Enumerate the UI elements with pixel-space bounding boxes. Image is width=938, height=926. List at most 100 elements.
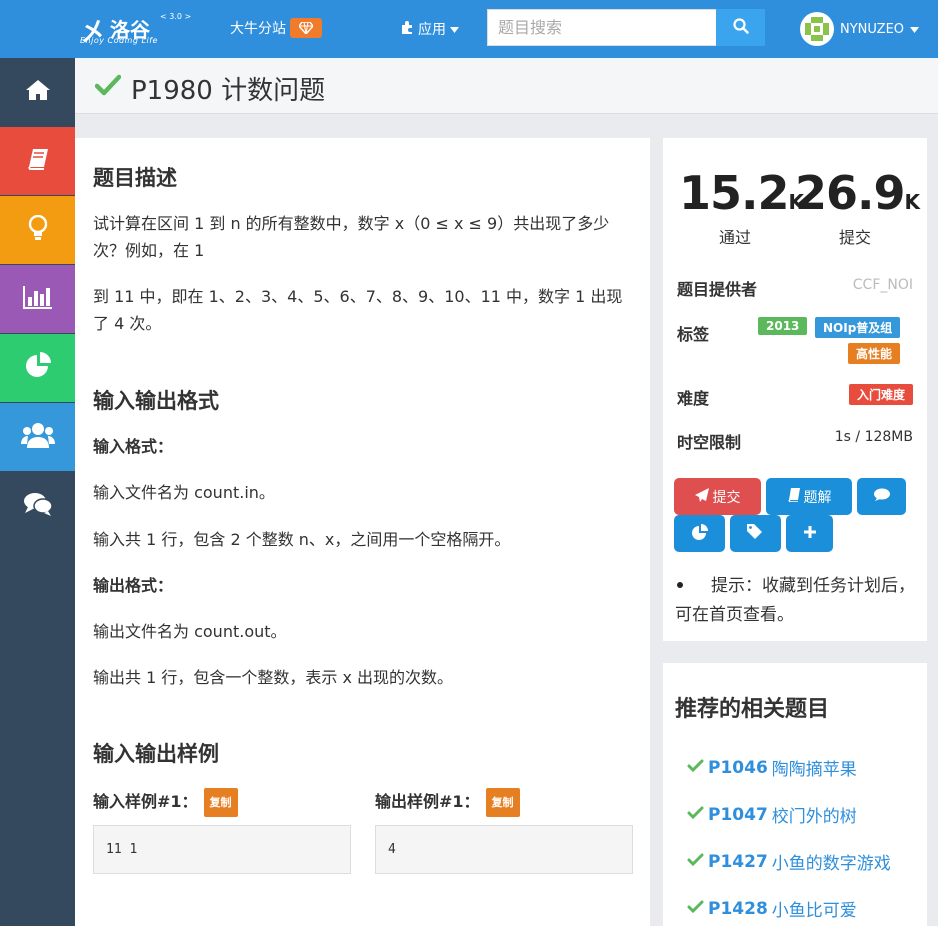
check-icon	[687, 758, 704, 778]
sidebar	[0, 58, 75, 926]
submit-button[interactable]: 提交	[674, 478, 761, 515]
recommended-item[interactable]: P1046 陶陶摘苹果	[687, 755, 857, 780]
plus-icon	[803, 525, 817, 543]
sidebar-item-home[interactable]	[0, 58, 75, 126]
title-bar: P1980 计数问题	[75, 58, 938, 114]
passed-stat: 15.2K 通过	[679, 166, 804, 248]
difficulty-badge: 入门难度	[848, 384, 913, 405]
submitted-label: 提交	[838, 228, 871, 247]
book-icon	[787, 487, 800, 506]
recommended-name: 小鱼比可爱	[771, 901, 857, 921]
passed-label: 通过	[718, 228, 751, 247]
tag-noip[interactable]: NOIp普及组	[815, 317, 901, 338]
limit-value: 1s / 128MB	[834, 429, 913, 445]
paper-plane-icon	[694, 487, 709, 506]
limit-label: 时空限制	[677, 433, 742, 452]
page-title: P1980 计数问题	[131, 76, 326, 106]
sample-output-box[interactable]: 4	[375, 825, 633, 874]
bar-chart-icon	[22, 285, 53, 313]
favorite-tip: 提示：收藏到任务计划后，可在首页查看。	[675, 572, 915, 630]
username: NYNUZEO	[840, 21, 905, 37]
pie-chart-icon	[24, 352, 52, 384]
recommended-id: P1427	[708, 851, 768, 872]
difficulty-label: 难度	[677, 389, 710, 408]
check-icon	[687, 899, 704, 919]
recommended-card: 推荐的相关题目 P1046 陶陶摘苹果 P1047 校门外的树 P1427 小鱼…	[663, 663, 927, 926]
diamond-icon[interactable]	[290, 18, 322, 38]
output-line-2: 输出共 1 行，包含一个整数，表示 x 出现的次数。	[93, 668, 453, 687]
passed-count: 15.2	[679, 166, 789, 220]
description-text-1: 试计算在区间 1 到 n 的所有整数中，数字 x（0 ≤ x ≤ 9）共出现了多…	[93, 214, 610, 260]
comment-icon	[873, 488, 890, 505]
input-line-1: 输入文件名为 count.in。	[93, 483, 275, 502]
search-button[interactable]	[716, 9, 765, 46]
submit-label: 提交	[712, 489, 741, 506]
lightbulb-icon	[28, 214, 48, 245]
sidebar-item-teams[interactable]	[0, 403, 75, 471]
problem-card: 题目描述 试计算在区间 1 到 n 的所有整数中，数字 x（0 ≤ x ≤ 9）…	[75, 138, 650, 926]
sample-input-box[interactable]: 11 1	[93, 825, 351, 874]
search-icon	[732, 17, 749, 38]
recommended-item[interactable]: P1047 校门外的树	[687, 802, 857, 827]
samples-heading: 输入输出样例	[93, 742, 219, 766]
sidebar-item-ranking[interactable]	[0, 334, 75, 402]
top-navbar: 㐅 洛谷 < 3.0 > Enjoy Coding Life 大牛分站 应用 N…	[0, 0, 938, 58]
users-icon	[20, 422, 55, 452]
add-to-list-button[interactable]	[786, 515, 833, 552]
check-icon	[94, 74, 122, 100]
copy-output-button[interactable]: 复制	[485, 788, 520, 817]
provider-label: 题目提供者	[677, 280, 758, 299]
search-input[interactable]	[487, 9, 717, 46]
comments-icon	[23, 492, 53, 520]
branch-link[interactable]: 大牛分站	[230, 18, 286, 38]
tags-label: 标签	[677, 325, 710, 344]
apps-menu[interactable]: 应用	[400, 19, 459, 39]
tag-performance[interactable]: 高性能	[848, 343, 901, 364]
output-line-1: 输出文件名为 count.out。	[93, 622, 287, 641]
user-menu[interactable]: NYNUZEO	[800, 12, 920, 46]
input-format-label: 输入格式：	[93, 437, 174, 456]
recommended-item[interactable]: P1428 小鱼比可爱	[687, 896, 857, 921]
recommended-title: 推荐的相关题目	[675, 697, 830, 722]
sidebar-item-problems[interactable]	[0, 127, 75, 195]
copy-input-button[interactable]: 复制	[203, 788, 238, 817]
solution-label: 题解	[803, 489, 832, 506]
sample-input-label: 输入样例#1：	[93, 792, 198, 811]
output-format-label: 输出格式：	[93, 576, 174, 595]
tip-text: 提示：收藏到任务计划后，可在首页查看。	[675, 576, 915, 625]
caret-down-icon	[910, 22, 920, 37]
recommended-id: P1428	[708, 898, 768, 919]
home-icon	[25, 79, 51, 105]
luogu-logo[interactable]: 㐅 洛谷 < 3.0 > Enjoy Coding Life	[80, 10, 200, 48]
submitted-unit: K	[904, 190, 920, 214]
description-text-2: 到 11 中，即在 1、2、3、4、5、6、7、8、9、10、11 中，数字 1…	[93, 287, 623, 333]
sample-input-header: 输入样例#1： 复制	[93, 788, 343, 817]
sidebar-item-records[interactable]	[0, 265, 75, 333]
caret-down-icon	[450, 21, 459, 37]
stats-button[interactable]	[674, 515, 725, 552]
io-format-heading: 输入输出格式	[93, 389, 219, 413]
sample-output-header: 输出样例#1： 复制	[375, 788, 625, 817]
apps-label: 应用	[418, 22, 446, 38]
solution-button[interactable]: 题解	[766, 478, 852, 515]
puzzle-icon	[400, 20, 414, 38]
pie-chart-icon	[691, 523, 708, 544]
recommended-name: 陶陶摘苹果	[771, 760, 857, 780]
recommended-name: 小鱼的数字游戏	[771, 854, 891, 874]
sidebar-item-discuss[interactable]	[0, 472, 75, 540]
sidebar-item-training[interactable]	[0, 196, 75, 264]
recommended-name: 校门外的树	[771, 807, 857, 827]
tags-button[interactable]	[730, 515, 781, 552]
sample-output-label: 输出样例#1：	[375, 792, 480, 811]
check-icon	[687, 805, 704, 825]
provider-value[interactable]: CCF_NOI	[853, 277, 913, 293]
input-line-2: 输入共 1 行，包含 2 个整数 n、x，之间用一个空格隔开。	[93, 530, 511, 549]
problem-info-card: 15.2K 通过 26.9K 提交 题目提供者 CCF_NOI 标签 2013 …	[663, 138, 927, 641]
recommended-id: P1047	[708, 804, 768, 825]
tag-year[interactable]: 2013	[758, 317, 808, 335]
discuss-button[interactable]	[857, 478, 906, 515]
logo-slogan: Enjoy Coding Life	[80, 36, 158, 45]
recommended-item[interactable]: P1427 小鱼的数字游戏	[687, 849, 891, 874]
tags-icon	[746, 523, 765, 544]
recommended-id: P1046	[708, 757, 768, 778]
